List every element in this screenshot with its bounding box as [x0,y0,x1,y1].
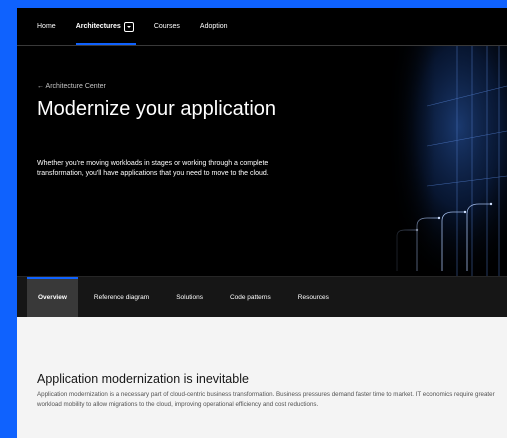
tab-label: Solutions [176,293,203,301]
nav-item-label: Home [37,23,56,30]
tab-label: Code patterns [229,293,271,301]
hero-banner: ← Architecture Center Modernize your app… [17,46,507,276]
page-frame: Home Architectures Courses Adoption ← Ar… [17,8,507,438]
tab-overview[interactable]: Overview [27,276,78,318]
page-title: Modernize your application [37,98,277,120]
tab-resources[interactable]: Resources [287,277,340,318]
nav-item-home[interactable]: Home [37,8,56,45]
tab-label: Reference diagram [93,293,150,301]
hero-description: Whether you're moving workloads in stage… [37,160,269,177]
tab-code-patterns[interactable]: Code patterns [219,277,282,318]
chevron-down-icon[interactable] [123,21,134,32]
nav-item-adoption[interactable]: Adoption [200,8,228,45]
main-content: Application modernization is inevitable … [17,317,507,438]
breadcrumb-back-link[interactable]: ← Architecture Center [37,83,106,90]
nav-item-courses[interactable]: Courses [154,8,180,45]
city-lights-illustration [387,46,507,276]
nav-item-label: Adoption [199,23,228,30]
tab-solutions[interactable]: Solutions [165,277,214,318]
tab-reference-diagram[interactable]: Reference diagram [83,277,160,318]
section-tabs: Overview Reference diagram Solutions Cod… [17,276,507,318]
nav-item-architectures[interactable]: Architectures [75,8,136,45]
tab-label: Overview [38,293,67,301]
top-navigation: Home Architectures Courses Adoption [17,8,507,45]
tab-label: Resources [297,293,329,301]
nav-item-label: Courses [153,23,180,30]
nav-item-label: Architectures [75,23,121,30]
section-paragraph: Application modernization is a necessary… [37,391,495,408]
section-heading: Application modernization is inevitable [37,372,249,386]
